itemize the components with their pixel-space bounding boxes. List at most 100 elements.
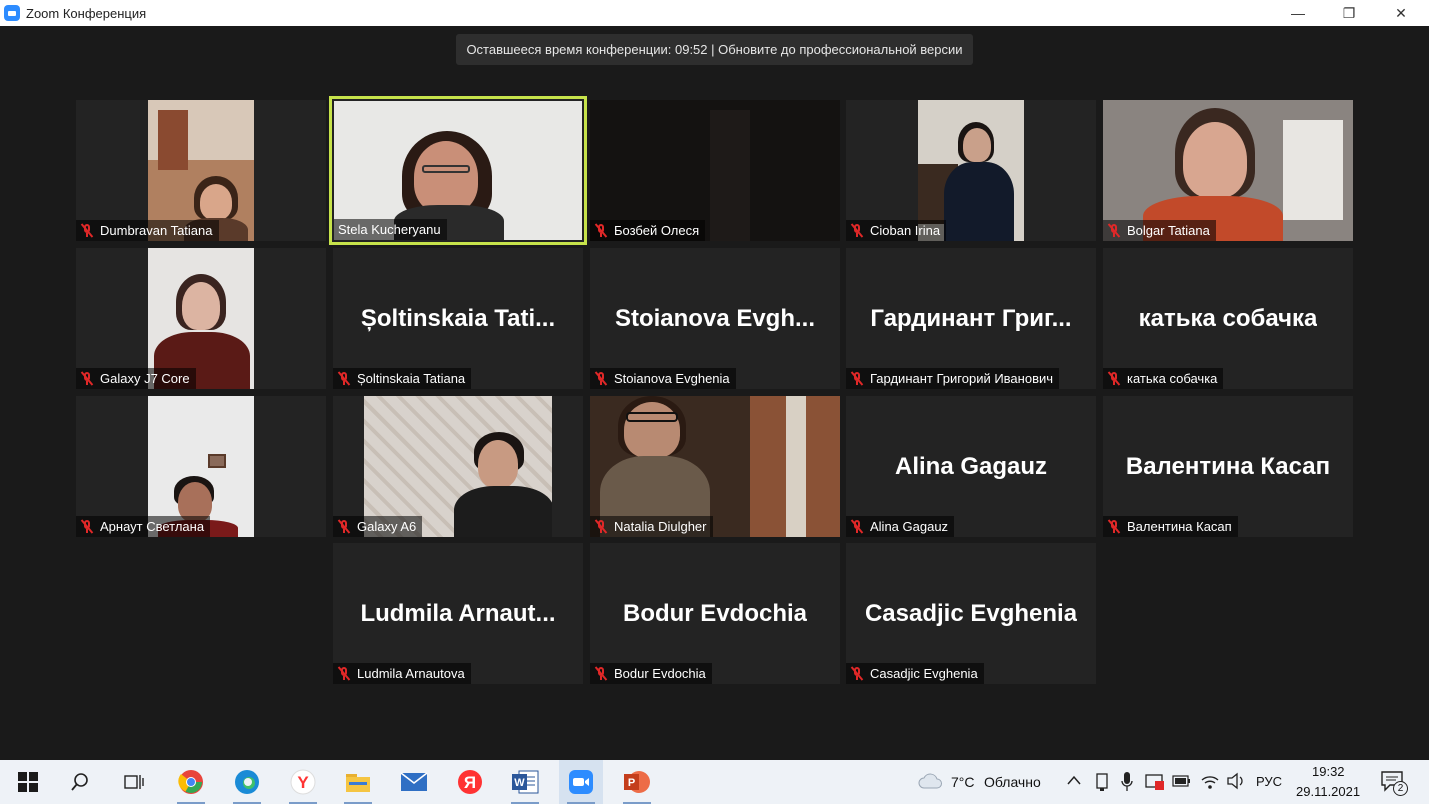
participant-label: Casadjic Evghenia	[846, 663, 984, 684]
taskbar-powerpoint[interactable]: P	[615, 760, 659, 804]
wifi-icon[interactable]	[1200, 772, 1220, 790]
task-view-button[interactable]	[112, 760, 156, 804]
search-button[interactable]	[58, 760, 102, 804]
participant-name: катька собачка	[1127, 371, 1218, 386]
maximize-button[interactable]: ❐	[1323, 0, 1375, 26]
time-remaining-banner[interactable]: Оставшееся время конференции: 09:52 | Об…	[456, 34, 973, 65]
chevron-up-icon[interactable]	[1066, 774, 1082, 786]
notifications-button[interactable]: 2	[1380, 770, 1410, 796]
participant-label: Natalia Diulgher	[590, 516, 713, 537]
taskbar-mail[interactable]	[392, 760, 436, 804]
participant-label: Șoltinskaia Tatiana	[333, 368, 472, 389]
participant-tile[interactable]: Stoianova Evgh... Stoianova Evghenia	[590, 248, 840, 389]
participant-tile-active-speaker[interactable]: Stela Kucheryanu	[329, 96, 587, 245]
muted-mic-icon	[850, 371, 864, 386]
taskbar-yandex[interactable]: Я	[448, 760, 492, 804]
participant-tile[interactable]: Alina Gagauz Alina Gagauz	[846, 396, 1096, 537]
battery-icon[interactable]	[1172, 775, 1192, 787]
language-indicator[interactable]: РУС	[1256, 774, 1282, 789]
participant-label: Гардинант Григорий Иванович	[846, 368, 1060, 389]
participant-tile[interactable]: Galaxy A6	[333, 396, 583, 537]
chrome-icon	[178, 770, 203, 794]
participant-tile[interactable]: Арнаут Светлана	[76, 396, 326, 537]
participant-tile[interactable]: Galaxy J7 Core	[76, 248, 326, 389]
participant-name: Alina Gagauz	[870, 519, 949, 534]
file-explorer-icon	[346, 774, 370, 792]
participant-tile[interactable]: Casadjic Evghenia Casadjic Evghenia	[846, 543, 1096, 684]
participant-label: Бозбей Олеся	[590, 220, 706, 241]
participant-tile[interactable]: катька собачка катька собачка	[1103, 248, 1353, 389]
close-button[interactable]: ✕	[1375, 0, 1427, 26]
muted-mic-icon	[594, 223, 608, 238]
minimize-button[interactable]: —	[1272, 0, 1324, 26]
participant-label: Alina Gagauz	[846, 516, 955, 537]
participant-name: Galaxy J7 Core	[100, 371, 190, 386]
participant-tile[interactable]: Bolgar Tatiana	[1103, 100, 1353, 241]
cloud-icon	[918, 773, 942, 789]
participant-label: Bodur Evdochia	[590, 663, 712, 684]
muted-mic-icon	[1107, 519, 1121, 534]
participant-name: Dumbravan Tatiana	[100, 223, 213, 238]
title-bar: Zoom Конференция — ❐ ✕	[0, 0, 1429, 26]
participant-name: Bodur Evdochia	[614, 666, 706, 681]
participant-name: Cioban Irina	[870, 223, 941, 238]
start-button[interactable]	[5, 760, 51, 804]
device-icon[interactable]	[1094, 772, 1110, 792]
screen-share-icon[interactable]	[1145, 772, 1165, 792]
svg-text:Y: Y	[297, 773, 309, 792]
participant-name: Stela Kucheryanu	[338, 222, 441, 237]
participant-tile[interactable]: Bodur Evdochia Bodur Evdochia	[590, 543, 840, 684]
muted-mic-icon	[594, 666, 608, 681]
mail-icon	[400, 772, 428, 791]
participant-tile[interactable]: Cioban Irina	[846, 100, 1096, 241]
muted-mic-icon	[850, 223, 864, 238]
microphone-icon[interactable]	[1120, 771, 1134, 793]
muted-mic-icon	[594, 371, 608, 386]
muted-mic-icon	[850, 666, 864, 681]
participant-tile[interactable]: Ludmila Arnaut... Ludmila Arnautova	[333, 543, 583, 684]
muted-mic-icon	[80, 223, 94, 238]
taskbar-edge[interactable]	[225, 760, 269, 804]
muted-mic-icon	[1107, 371, 1121, 386]
muted-mic-icon	[337, 371, 351, 386]
taskbar-chrome[interactable]	[169, 760, 213, 804]
clock-time[interactable]: 19:32	[1312, 764, 1345, 779]
taskbar-file-explorer[interactable]	[336, 760, 380, 804]
participant-tile[interactable]: Șoltinskaia Tati... Șoltinskaia Tatiana	[333, 248, 583, 389]
gallery-view: Оставшееся время конференции: 09:52 | Об…	[0, 26, 1429, 760]
taskbar-word[interactable]: W	[503, 760, 547, 804]
taskbar-yandex-browser[interactable]: Y	[281, 760, 325, 804]
participant-label: катька собачка	[1103, 368, 1224, 389]
muted-mic-icon	[337, 666, 351, 681]
participant-tile[interactable]: Валентина Касап Валентина Касап	[1103, 396, 1353, 537]
participant-name: Ludmila Arnautova	[357, 666, 465, 681]
participant-name: Валентина Касап	[1127, 519, 1232, 534]
participant-name: Гардинант Григорий Иванович	[870, 371, 1054, 386]
participant-label: Арнаут Светлана	[76, 516, 211, 537]
participant-name: Șoltinskaia Tatiana	[357, 371, 466, 386]
participant-label: Bolgar Tatiana	[1103, 220, 1216, 241]
participant-label: Cioban Irina	[846, 220, 947, 241]
task-view-icon	[124, 775, 144, 789]
weather-temperature[interactable]: 7°C	[951, 774, 975, 790]
participant-name: Бозбей Олеся	[614, 223, 700, 238]
windows-taskbar: Y Я W P 7°C Облачно РУС 19:32 29.11.2021…	[0, 760, 1429, 804]
svg-text:W: W	[514, 777, 525, 789]
participant-tile[interactable]: Бозбей Олеся	[590, 100, 840, 241]
participant-label: Galaxy A6	[333, 516, 423, 537]
clock-date[interactable]: 29.11.2021	[1296, 784, 1360, 799]
participant-label: Dumbravan Tatiana	[76, 220, 219, 241]
taskbar-zoom[interactable]	[559, 760, 603, 804]
volume-icon[interactable]	[1226, 772, 1246, 790]
zoom-icon	[569, 770, 593, 794]
participant-label: Ludmila Arnautova	[333, 663, 471, 684]
participant-tile[interactable]: Dumbravan Tatiana	[76, 100, 326, 241]
muted-mic-icon	[594, 519, 608, 534]
zoom-logo-icon	[4, 5, 20, 21]
participant-tile[interactable]: Natalia Diulgher	[590, 396, 840, 537]
muted-mic-icon	[337, 519, 351, 534]
svg-text:P: P	[628, 777, 635, 789]
participant-name: Galaxy A6	[357, 519, 417, 534]
weather-condition[interactable]: Облачно	[984, 774, 1041, 790]
participant-tile[interactable]: Гардинант Григ... Гардинант Григорий Ива…	[846, 248, 1096, 389]
